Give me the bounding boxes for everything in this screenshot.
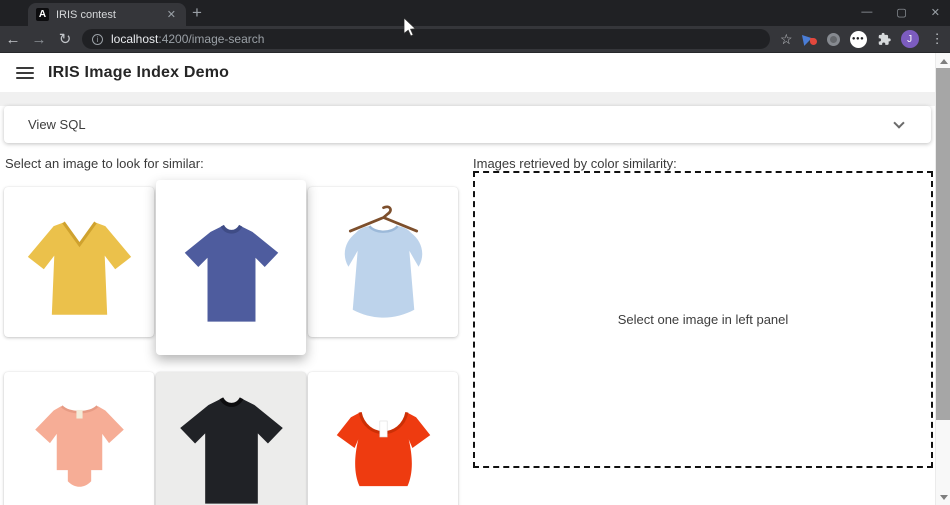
blouse-graphic: [344, 206, 421, 317]
gallery-image-peach-onesie[interactable]: [4, 372, 154, 505]
croptop-graphic: [336, 412, 429, 486]
window-maximize-button[interactable]: ▢: [896, 6, 906, 19]
browser-menu-icon[interactable]: ⋮: [931, 31, 944, 47]
app-page: IRIS Image Index Demo View SQL Select an…: [0, 53, 935, 505]
profile-avatar[interactable]: J: [901, 30, 919, 48]
url-text: localhost:4200/image-search: [111, 32, 264, 46]
back-button[interactable]: ←: [0, 31, 26, 48]
gallery-image-black-tshirt[interactable]: [156, 372, 306, 505]
tab-strip: A IRIS contest ✕ + — ▢ ✕: [0, 0, 950, 26]
header-divider: [0, 92, 935, 106]
extension-gray-circle-icon[interactable]: [827, 33, 840, 46]
app-header: IRIS Image Index Demo: [0, 53, 935, 92]
left-panel-label: Select an image to look for similar:: [5, 156, 204, 171]
scrollbar-thumb[interactable]: [936, 68, 950, 420]
extensions-puzzle-icon[interactable]: [877, 32, 891, 46]
scrollbar-down-arrow[interactable]: [936, 490, 950, 504]
extension-dots-icon[interactable]: ●●●: [850, 31, 867, 48]
url-bar[interactable]: i localhost:4200/image-search: [82, 29, 770, 49]
scrollbar-up-arrow[interactable]: [936, 54, 950, 68]
tshirt-graphic: [180, 398, 283, 503]
page-title: IRIS Image Index Demo: [48, 64, 229, 82]
extension-colored-icon[interactable]: [803, 33, 817, 45]
window-controls: — ▢ ✕: [861, 0, 940, 24]
chevron-down-icon: [893, 117, 904, 128]
browser-tab[interactable]: A IRIS contest ✕: [28, 3, 186, 26]
window-close-button[interactable]: ✕: [931, 6, 940, 19]
view-sql-expansion-panel[interactable]: View SQL: [4, 106, 931, 143]
gallery-image-lightblue-blouse[interactable]: [308, 187, 458, 337]
browser-window: A IRIS contest ✕ + — ▢ ✕ ← → ↻ i localho…: [0, 0, 950, 505]
hamburger-menu-icon[interactable]: [16, 67, 34, 79]
results-dropzone: Select one image in left panel: [473, 171, 933, 468]
angular-favicon-icon: A: [36, 8, 49, 21]
view-sql-label: View SQL: [28, 117, 86, 132]
new-tab-button[interactable]: +: [192, 2, 202, 24]
gallery-image-yellow-vneck-top[interactable]: [4, 187, 154, 337]
onesie-graphic: [35, 406, 124, 487]
window-minimize-button[interactable]: —: [861, 6, 872, 18]
page-info-icon[interactable]: i: [92, 34, 103, 45]
right-panel-label: Images retrieved by color similarity:: [473, 156, 677, 171]
results-empty-message: Select one image in left panel: [618, 312, 789, 327]
tab-close-icon[interactable]: ✕: [165, 8, 178, 21]
browser-toolbar: ← → ↻ i localhost:4200/image-search ☆ ●●…: [0, 26, 950, 53]
toolbar-icons: ☆ ●●● J ⋮: [780, 30, 944, 48]
page-scrollbar[interactable]: [935, 53, 950, 505]
tab-title: IRIS contest: [56, 9, 158, 21]
bookmark-star-icon[interactable]: ☆: [780, 31, 793, 48]
image-grid: [4, 187, 460, 505]
gallery-image-orange-crop-top[interactable]: [308, 372, 458, 505]
vneck-top-graphic: [27, 222, 130, 314]
gallery-image-blue-tshirt[interactable]: [156, 180, 306, 355]
tshirt-graphic: [184, 225, 277, 321]
forward-button[interactable]: →: [26, 31, 52, 48]
reload-button[interactable]: ↻: [52, 30, 78, 48]
mouse-cursor: [404, 18, 417, 37]
